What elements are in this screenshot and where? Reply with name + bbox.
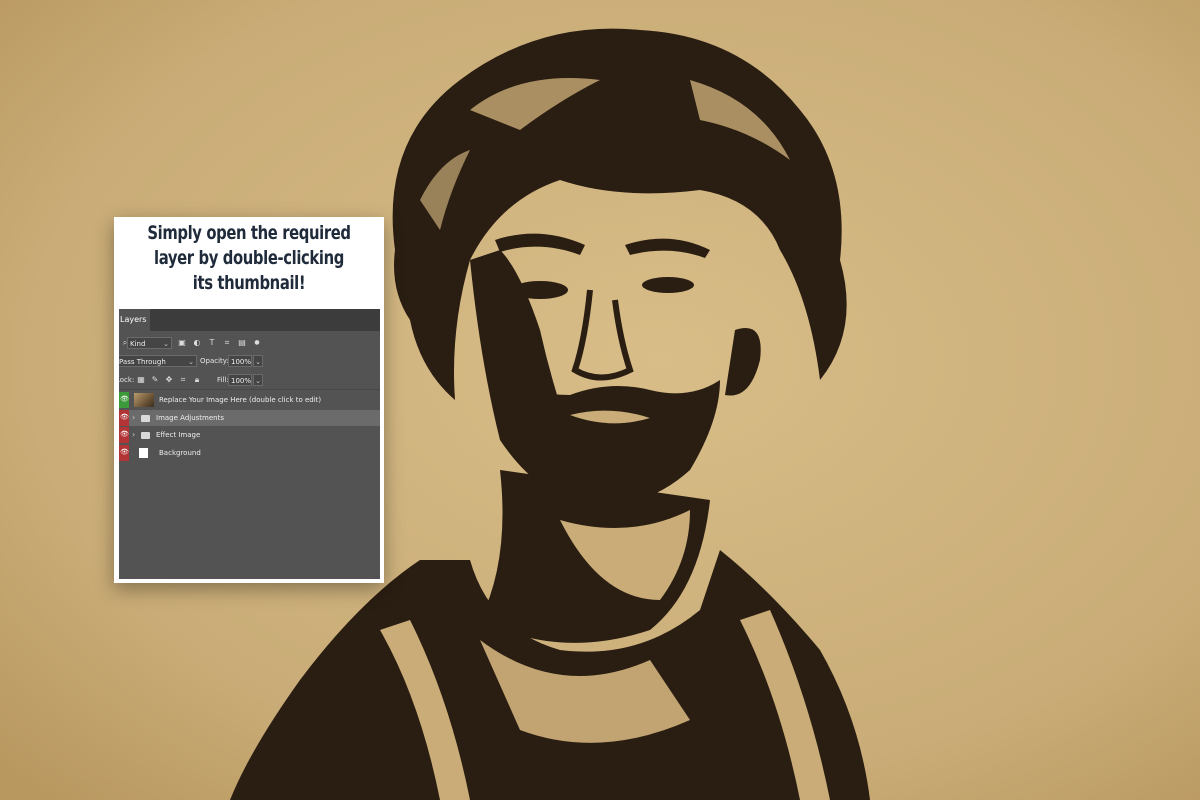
folder-icon (141, 415, 150, 422)
lock-label: Lock: (119, 376, 135, 384)
blend-mode-value: Pass Through (119, 358, 166, 366)
smart-object-filter-icon[interactable]: ▤ (237, 338, 247, 348)
visibility-toggle[interactable]: 👁︎ (119, 410, 129, 426)
left-eye (512, 281, 568, 299)
layer-name: Background (159, 449, 201, 457)
visibility-toggle[interactable]: 👁︎ (119, 445, 129, 461)
lock-pixels-icon[interactable]: ✎ (150, 375, 160, 385)
lock-transparent-icon[interactable]: ▦ (136, 375, 146, 385)
eye-icon: 👁︎ (120, 413, 129, 421)
instruction-line-3: its thumbnail! (192, 272, 306, 294)
layers-panel: Layers ⌕ Kind ⌄ ▣ ◐ T ⌗ ▤ ● Pass Through… (119, 309, 380, 579)
instruction-line-2: layer by double-clicking (154, 247, 344, 269)
opacity-label: Opacity: (200, 357, 229, 365)
layer-name: Replace Your Image Here (double click to… (159, 396, 322, 404)
folder-icon (141, 432, 150, 439)
chevron-down-icon: ⌄ (255, 377, 261, 385)
fill-dropdown[interactable]: ⌄ (253, 374, 263, 386)
right-eye (642, 277, 694, 293)
panel-tab-bar: Layers (119, 309, 380, 331)
chevron-down-icon: ⌄ (255, 358, 261, 366)
type-filter-icon[interactable]: T (207, 338, 217, 348)
lock-artboard-icon[interactable]: ⌗ (178, 375, 188, 385)
chevron-right-icon[interactable]: › (132, 410, 135, 426)
eye-icon: 👁︎ (120, 448, 129, 456)
fill-label: Fill: (217, 376, 229, 384)
layer-thumbnail[interactable] (139, 448, 148, 458)
image-filter-icon[interactable]: ▣ (177, 338, 187, 348)
fill-input[interactable]: 100% (228, 374, 252, 386)
visibility-toggle[interactable]: 👁︎ (119, 427, 129, 443)
lock-row: Lock: ▦ ✎ ✥ ⌗ 🔒︎ Fill: 100% ⌄ (119, 372, 380, 388)
layer-row-effect-image[interactable]: 👁︎ › Effect Image (119, 427, 380, 443)
lock-position-icon[interactable]: ✥ (164, 375, 174, 385)
instruction-heading: Simply open the required layer by double… (114, 221, 384, 296)
layer-thumbnail[interactable] (134, 393, 154, 407)
eye-icon: 👁︎ (120, 430, 129, 438)
filter-row: ⌕ Kind ⌄ ▣ ◐ T ⌗ ▤ ● (119, 335, 380, 351)
visibility-toggle[interactable]: 👁︎ (119, 392, 129, 408)
layer-name: Effect Image (156, 431, 201, 439)
filter-kind-select[interactable]: Kind ⌄ (127, 337, 172, 349)
instruction-line-1: Simply open the required (147, 222, 351, 244)
opacity-value: 100% (231, 358, 252, 366)
blend-row: Pass Through ⌄ Opacity: 100% ⌄ (119, 353, 380, 369)
layer-name: Image Adjustments (156, 414, 224, 422)
opacity-dropdown[interactable]: ⌄ (253, 355, 263, 367)
tab-layers[interactable]: Layers (119, 309, 150, 331)
layer-row-replace-image[interactable]: 👁︎ Replace Your Image Here (double click… (119, 392, 380, 408)
layer-row-background[interactable]: 👁︎ Background (119, 445, 380, 461)
chevron-down-icon: ⌄ (163, 340, 169, 348)
lock-icon[interactable]: 🔒︎ (192, 375, 202, 385)
layer-row-image-adjustments[interactable]: 👁︎ › Image Adjustments (119, 410, 380, 426)
blend-mode-select[interactable]: Pass Through ⌄ (119, 355, 197, 367)
fill-value: 100% (231, 377, 252, 385)
opacity-input[interactable]: 100% (228, 355, 252, 367)
filter-kind-value: Kind (130, 340, 146, 348)
chevron-right-icon[interactable]: › (132, 427, 135, 443)
eye-icon: 👁︎ (120, 395, 129, 403)
filter-toggle-icon[interactable]: ● (252, 338, 262, 348)
adjustment-filter-icon[interactable]: ◐ (192, 338, 202, 348)
shape-filter-icon[interactable]: ⌗ (222, 338, 232, 348)
chevron-down-icon: ⌄ (188, 358, 194, 366)
panel-divider (119, 389, 380, 390)
